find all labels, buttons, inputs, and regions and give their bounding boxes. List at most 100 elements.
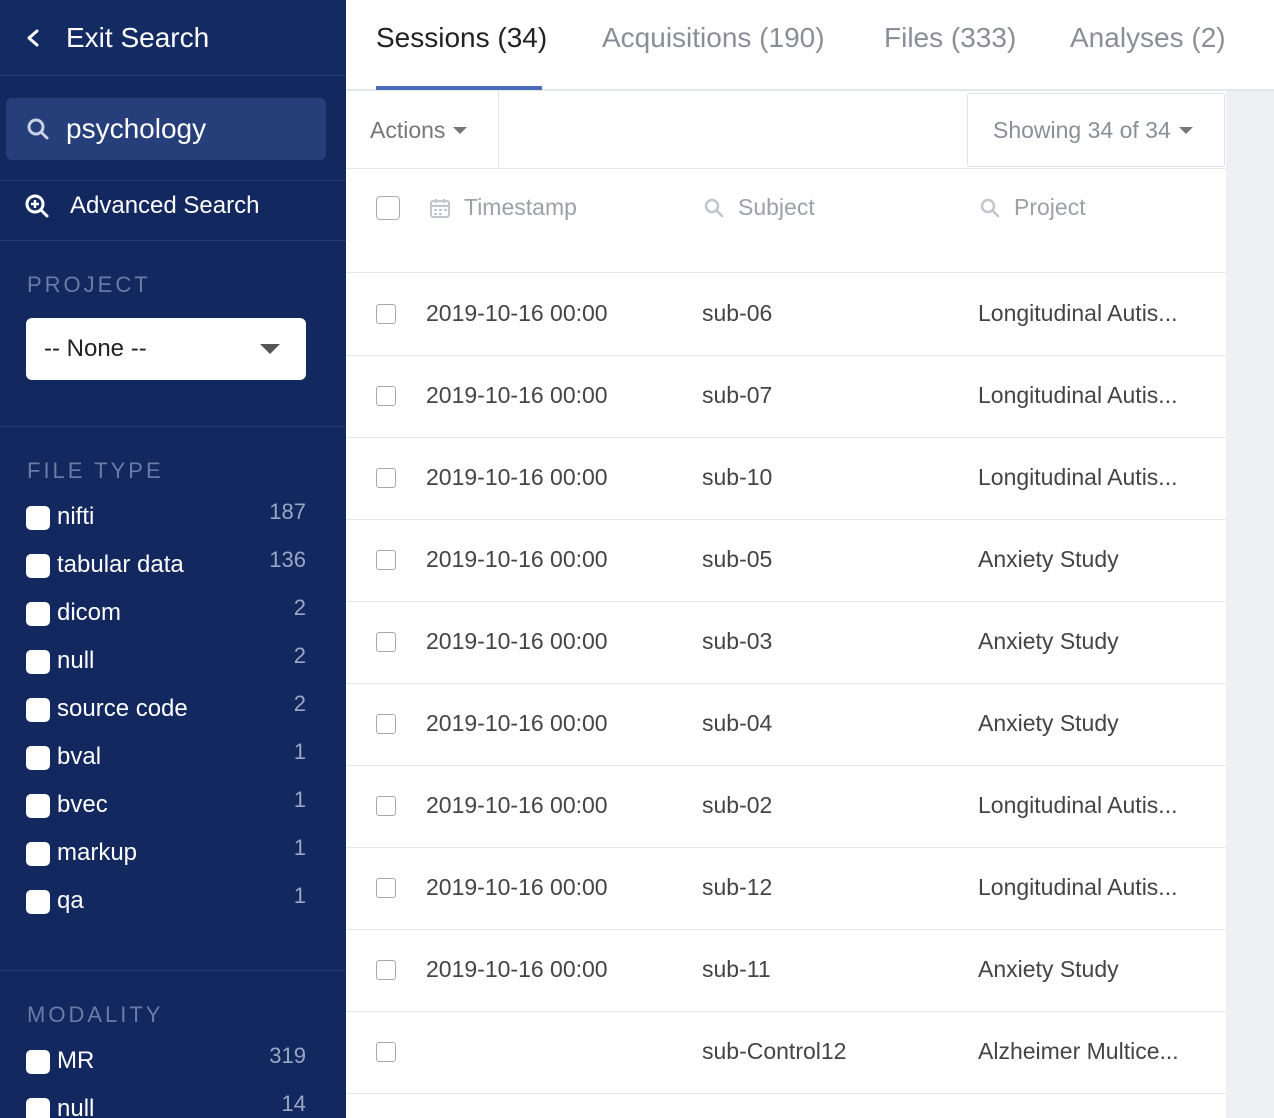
table-row[interactable]: 2019-10-16 00:00 sub-05 Anxiety Study	[346, 520, 1226, 602]
actions-dropdown[interactable]: Actions	[346, 91, 499, 169]
facet-count: 1	[293, 883, 306, 908]
row-checkbox[interactable]	[376, 1042, 396, 1062]
facet-checkbox[interactable]	[26, 1050, 50, 1074]
exit-search-button[interactable]: Exit Search	[0, 0, 346, 76]
facet-count: 136	[269, 547, 306, 572]
project-cell: Anxiety Study	[978, 546, 1119, 572]
row-checkbox[interactable]	[376, 304, 396, 324]
search-box[interactable]	[6, 98, 326, 160]
table-row[interactable]: 2019-10-16 00:00 sub-06 Longitudinal Aut…	[346, 274, 1226, 356]
tab-analyses[interactable]: Analyses (2)	[1070, 22, 1226, 54]
facet-checkbox[interactable]	[26, 602, 50, 626]
facet-checkbox[interactable]	[26, 698, 50, 722]
facet-checkbox[interactable]	[26, 842, 50, 866]
project-cell: Alzheimer Multice...	[978, 1038, 1179, 1064]
tab-acquisitions[interactable]: Acquisitions (190)	[602, 22, 825, 54]
modality-facet: MR 319	[26, 1043, 306, 1082]
project-cell: Longitudinal Autis...	[978, 792, 1178, 818]
table-row[interactable]: 2019-10-16 00:00 sub-03 Anxiety Study	[346, 602, 1226, 684]
subject-cell: sub-11	[702, 956, 771, 982]
project-section-title: PROJECT	[27, 272, 151, 297]
facet-label: qa	[57, 887, 84, 914]
facet-label: markup	[57, 839, 138, 866]
facet-checkbox[interactable]	[26, 746, 50, 770]
timestamp-cell: 2019-10-16 00:00	[426, 300, 608, 326]
search-icon	[980, 198, 1000, 217]
row-checkbox[interactable]	[376, 550, 396, 570]
facet-count: 1	[293, 787, 306, 812]
facet-label: bvec	[57, 791, 108, 818]
toolbar: Actions Showing 34 of 34	[346, 91, 1226, 169]
facet-label: tabular data	[57, 551, 184, 578]
sidebar: Exit Search Advanced Search PROJECT -- N…	[0, 0, 346, 1118]
caret-down-icon	[1178, 126, 1193, 134]
showing-label: Showing 34 of 34	[993, 116, 1171, 143]
row-checkbox[interactable]	[376, 386, 396, 406]
facet-label: MR	[57, 1047, 95, 1074]
table-header: Timestamp Subject Project	[346, 170, 1226, 273]
tab-sessions[interactable]: Sessions (34)	[376, 22, 547, 54]
main-panel: Sessions (34) Acquisitions (190) Files (…	[346, 0, 1274, 1118]
advanced-search-link[interactable]: Advanced Search	[24, 192, 259, 220]
project-select[interactable]: -- None --	[26, 318, 306, 380]
select-all-checkbox[interactable]	[376, 196, 400, 220]
zoom-in-icon	[25, 194, 49, 218]
project-column-header[interactable]: Project	[980, 194, 1086, 221]
subject-cell: sub-04	[702, 710, 773, 736]
facet-label: nifti	[57, 503, 95, 530]
filetype-section-title: FILE TYPE	[27, 458, 164, 483]
showing-dropdown[interactable]: Showing 34 of 34	[967, 93, 1225, 167]
project-select-value: -- None --	[44, 335, 147, 362]
facet-checkbox[interactable]	[26, 1098, 50, 1118]
table-row[interactable]: 2019-10-16 00:00 sub-07 Longitudinal Aut…	[346, 356, 1226, 438]
row-checkbox[interactable]	[376, 960, 396, 980]
timestamp-cell: 2019-10-16 00:00	[426, 956, 608, 982]
table-row[interactable]: 2019-10-16 00:00 sub-10 Longitudinal Aut…	[346, 438, 1226, 520]
row-checkbox[interactable]	[376, 468, 396, 488]
divider	[0, 180, 346, 181]
facet-count: 1	[293, 835, 306, 860]
divider	[0, 240, 346, 241]
table-row[interactable]: 2019-10-16 00:00 sub-12 Longitudinal Aut…	[346, 848, 1226, 930]
divider	[0, 970, 346, 971]
facet-count: 2	[293, 691, 306, 716]
table-row[interactable]: 2019-10-16 00:00 sub-04 Anxiety Study	[346, 684, 1226, 766]
actions-label: Actions	[370, 116, 446, 143]
project-cell: Longitudinal Autis...	[978, 464, 1178, 490]
facet-label: dicom	[57, 599, 122, 626]
facet-checkbox[interactable]	[26, 554, 50, 578]
filetype-facet: nifti 187	[26, 499, 306, 538]
timestamp-cell: 2019-10-16 00:00	[426, 464, 608, 490]
search-icon	[27, 118, 49, 140]
table-row[interactable]: sub-Control12 Alzheimer Multice...	[346, 1012, 1226, 1094]
row-checkbox[interactable]	[376, 796, 396, 816]
subject-cell: sub-10	[702, 464, 773, 490]
subject-column-header[interactable]: Subject	[704, 194, 815, 221]
facet-label: bval	[57, 743, 102, 770]
facet-checkbox[interactable]	[26, 506, 50, 530]
timestamp-cell: 2019-10-16 00:00	[426, 628, 608, 654]
row-checkbox[interactable]	[376, 632, 396, 652]
facet-label: source code	[57, 695, 188, 722]
row-checkbox[interactable]	[376, 714, 396, 734]
timestamp-cell: 2019-10-16 00:00	[426, 792, 608, 818]
project-header-label: Project	[1014, 194, 1086, 220]
tab-files[interactable]: Files (333)	[884, 22, 1016, 54]
timestamp-column-header[interactable]: Timestamp	[430, 194, 577, 221]
exit-search-label: Exit Search	[66, 21, 210, 53]
table-row[interactable]: 2019-10-16 00:00 sub-02 Longitudinal Aut…	[346, 766, 1226, 848]
filetype-facet: source code 2	[26, 691, 306, 730]
table-row[interactable]: 2019-10-16 00:00 sub-11 Anxiety Study	[346, 930, 1226, 1012]
facet-label: null	[57, 1095, 95, 1118]
search-input[interactable]	[66, 113, 306, 145]
modality-facet: null 14	[26, 1091, 306, 1118]
project-cell: Longitudinal Autis...	[978, 300, 1178, 326]
row-checkbox[interactable]	[376, 878, 396, 898]
filetype-facet: bvec 1	[26, 787, 306, 826]
facet-checkbox[interactable]	[26, 794, 50, 818]
filetype-facet: bval 1	[26, 739, 306, 778]
filetype-facet: qa 1	[26, 883, 306, 922]
project-cell: Longitudinal Autis...	[978, 382, 1178, 408]
facet-checkbox[interactable]	[26, 650, 50, 674]
facet-checkbox[interactable]	[26, 890, 50, 914]
